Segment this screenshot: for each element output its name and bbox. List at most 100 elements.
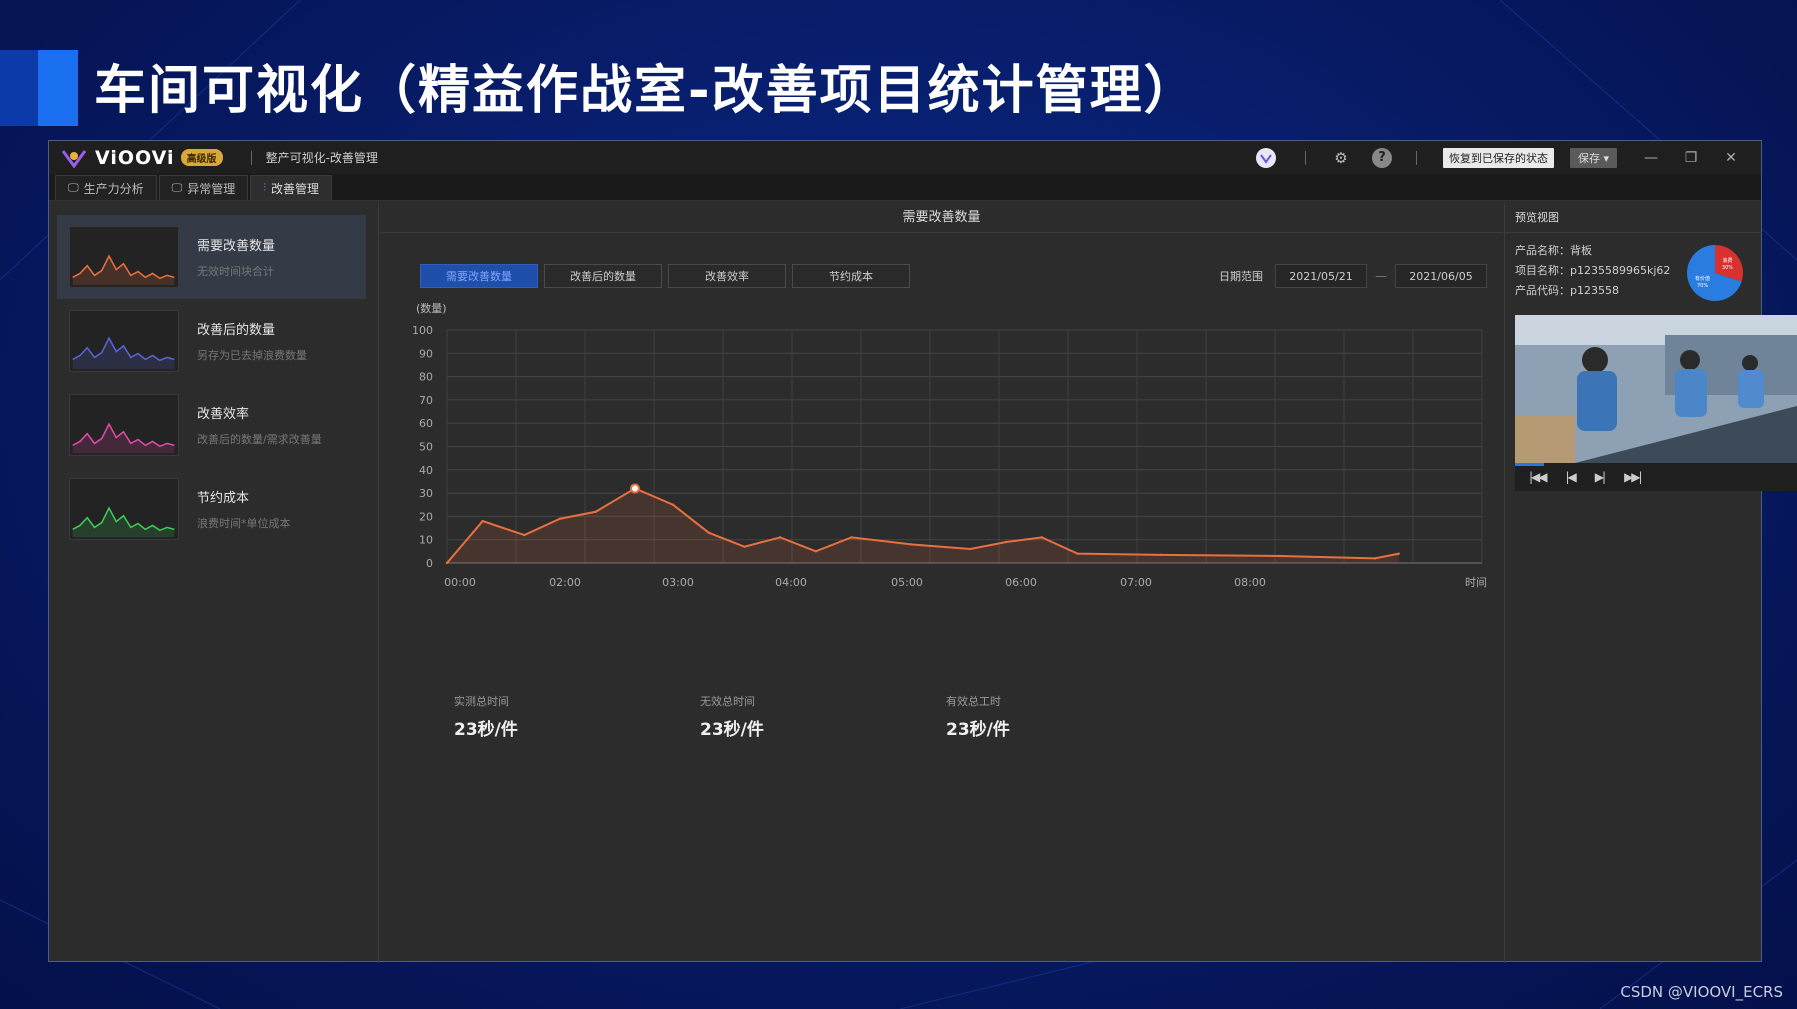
edition-badge: 高级版 <box>180 149 223 166</box>
data-point <box>558 517 562 520</box>
title-bar: ViOOVi 高级版 整产可视化-改善管理 ⚙ ? 恢复到已保存的状态 保存 ▾… <box>49 141 1761 174</box>
sparkline-2 <box>69 394 179 456</box>
step-back-icon[interactable]: |◀ <box>1566 470 1577 484</box>
sparkline-1 <box>69 310 179 372</box>
metric-name: 节约成本 <box>197 491 250 506</box>
y-tick-label: 10 <box>419 534 433 547</box>
skip-to-end-icon[interactable]: ▶▶| <box>1624 470 1642 484</box>
segment-needs-improvement[interactable]: 需要改善数量 <box>420 264 538 288</box>
title-bar-controls: ⚙ ? 恢复到已保存的状态 保存 ▾ — ❐ ✕ <box>1255 141 1751 174</box>
stat-total-measured: 实测总时间 23秒/件 <box>454 693 700 740</box>
x-tick-label: 05:00 <box>891 576 923 589</box>
app-name: ViOOVi <box>95 146 175 169</box>
tab-productivity[interactable]: 🖵 生产力分析 <box>55 175 157 200</box>
main-panel: 需要改善数量 需要改善数量 改善后的数量 改善效率 节约成本 日期范围 2021… <box>380 203 1503 963</box>
video-progress-bar[interactable] <box>1515 463 1544 466</box>
date-range: 日期范围 2021/05/21 — 2021/06/05 <box>1219 264 1487 288</box>
divider <box>250 150 252 165</box>
metric-name: 改善后的数量 <box>197 323 276 338</box>
segment-after-improvement[interactable]: 改善后的数量 <box>544 264 662 288</box>
date-from-input[interactable]: 2021/05/21 <box>1275 264 1367 288</box>
data-point <box>523 533 526 537</box>
data-point <box>1373 557 1377 560</box>
pie-value: 30% <box>1722 265 1733 271</box>
metric-card-after-improvement[interactable]: 改善后的数量 另存为已去掉浪费数量 <box>57 299 366 383</box>
stat-label: 有效总工时 <box>946 695 1001 708</box>
preview-title: 预览视图 <box>1505 203 1762 233</box>
video-controls: |◀◀ |◀ ▶| ▶▶| <box>1515 463 1797 491</box>
close-icon[interactable]: ✕ <box>1711 150 1751 166</box>
help-icon[interactable]: ? <box>1371 147 1392 168</box>
stat-label: 实测总时间 <box>454 695 509 708</box>
x-tick-label: 04:00 <box>775 576 807 589</box>
skip-to-start-icon[interactable]: |◀◀ <box>1529 470 1547 484</box>
data-point <box>1076 552 1079 555</box>
data-point <box>778 536 782 539</box>
panel-title: 需要改善数量 <box>380 203 1503 233</box>
tab-label: 改善管理 <box>271 181 320 196</box>
data-point <box>1397 552 1400 555</box>
segment-efficiency[interactable]: 改善效率 <box>668 264 786 288</box>
monitor-icon: 🖵 <box>171 181 183 194</box>
y-tick-label: 100 <box>412 324 433 337</box>
data-point <box>1004 540 1008 544</box>
save-dropdown[interactable]: 保存 ▾ <box>1569 147 1617 168</box>
data-point <box>814 550 817 553</box>
product-code: p123558 <box>1570 284 1619 297</box>
stats-row: 实测总时间 23秒/件 无效总时间 23秒/件 有效总工时 23秒/件 <box>454 693 1192 740</box>
restore-saved-state-button[interactable]: 恢复到已保存的状态 <box>1442 147 1554 168</box>
chart-icon: ⫶ <box>263 181 266 194</box>
x-tick-label: 07:00 <box>1120 576 1152 589</box>
app-window: ViOOVi 高级版 整产可视化-改善管理 ⚙ ? 恢复到已保存的状态 保存 ▾… <box>48 140 1797 963</box>
line-chart: 0 10 20 30 40 50 60 70 80 90 100 00:00 02:00 03:00 04:… <box>380 302 1503 633</box>
y-tick-label: 60 <box>419 417 433 430</box>
workshop-video-frame <box>1515 315 1797 463</box>
project-name: p1235589965kj62 <box>1570 264 1671 277</box>
x-tick-label: 06:00 <box>1005 576 1037 589</box>
metric-card-needs-improvement[interactable]: 需要改善数量 无效时间块合计 <box>57 215 366 299</box>
project-name-label: 项目名称： <box>1515 264 1570 277</box>
metric-name: 改善效率 <box>197 407 250 422</box>
sparkline-area <box>72 424 175 454</box>
product-name-label: 产品名称： <box>1515 244 1570 257</box>
tab-improvement[interactable]: ⫶ 改善管理 <box>250 175 333 200</box>
data-point <box>1278 554 1281 558</box>
restore-window-icon[interactable]: ❐ <box>1671 150 1711 166</box>
tab-anomaly[interactable]: 🖵 异常管理 <box>158 175 249 200</box>
slide-title: 车间可视化（精益作战室-改善项目统计管理） <box>94 61 1198 121</box>
monitor-icon: 🖵 <box>68 181 79 194</box>
metric-card-cost-saving[interactable]: 节约成本 浪费时间*单位成本 <box>57 467 366 551</box>
sparkline-area <box>72 256 175 286</box>
segment-cost-saving[interactable]: 节约成本 <box>792 264 910 288</box>
y-tick-label: 40 <box>419 464 433 477</box>
step-forward-icon[interactable]: ▶| <box>1595 470 1606 484</box>
y-tick-label: 80 <box>419 371 433 384</box>
gear-icon[interactable]: ⚙ <box>1330 147 1352 169</box>
minimize-icon[interactable]: — <box>1631 150 1671 166</box>
tab-label: 生产力分析 <box>83 181 144 196</box>
data-point <box>1040 536 1044 539</box>
window-title: 整产可视化-改善管理 <box>265 151 378 165</box>
metric-desc: 改善后的数量/需求改善量 <box>197 433 322 446</box>
date-separator: — <box>1375 269 1387 283</box>
title-accent-blue <box>38 50 78 126</box>
data-point <box>909 543 913 546</box>
user-avatar-icon[interactable] <box>1255 147 1277 169</box>
y-tick-label: 70 <box>419 394 433 407</box>
date-range-label: 日期范围 <box>1219 270 1263 283</box>
metric-sidebar: 需要改善数量 无效时间块合计 改善后的数量 另存为已去掉浪费数量 改善效率改善后的数… <box>49 203 379 963</box>
y-tick-label: 50 <box>419 441 433 454</box>
title-accent-dark <box>0 50 40 126</box>
divider <box>1304 150 1306 165</box>
x-axis-label: 时间 <box>1465 576 1487 589</box>
data-point <box>481 519 484 523</box>
data-point <box>969 547 972 551</box>
tab-label: 异常管理 <box>187 181 236 196</box>
metric-name: 需要改善数量 <box>197 239 276 254</box>
y-tick-label: 20 <box>419 510 433 523</box>
date-to-input[interactable]: 2021/06/05 <box>1395 264 1487 288</box>
metric-card-efficiency[interactable]: 改善效率改善后的数量/需求改善量 <box>57 383 366 467</box>
data-point <box>671 503 675 506</box>
stat-value: 23秒/件 <box>946 720 1010 740</box>
stat-total-effective: 有效总工时 23秒/件 <box>946 693 1192 740</box>
